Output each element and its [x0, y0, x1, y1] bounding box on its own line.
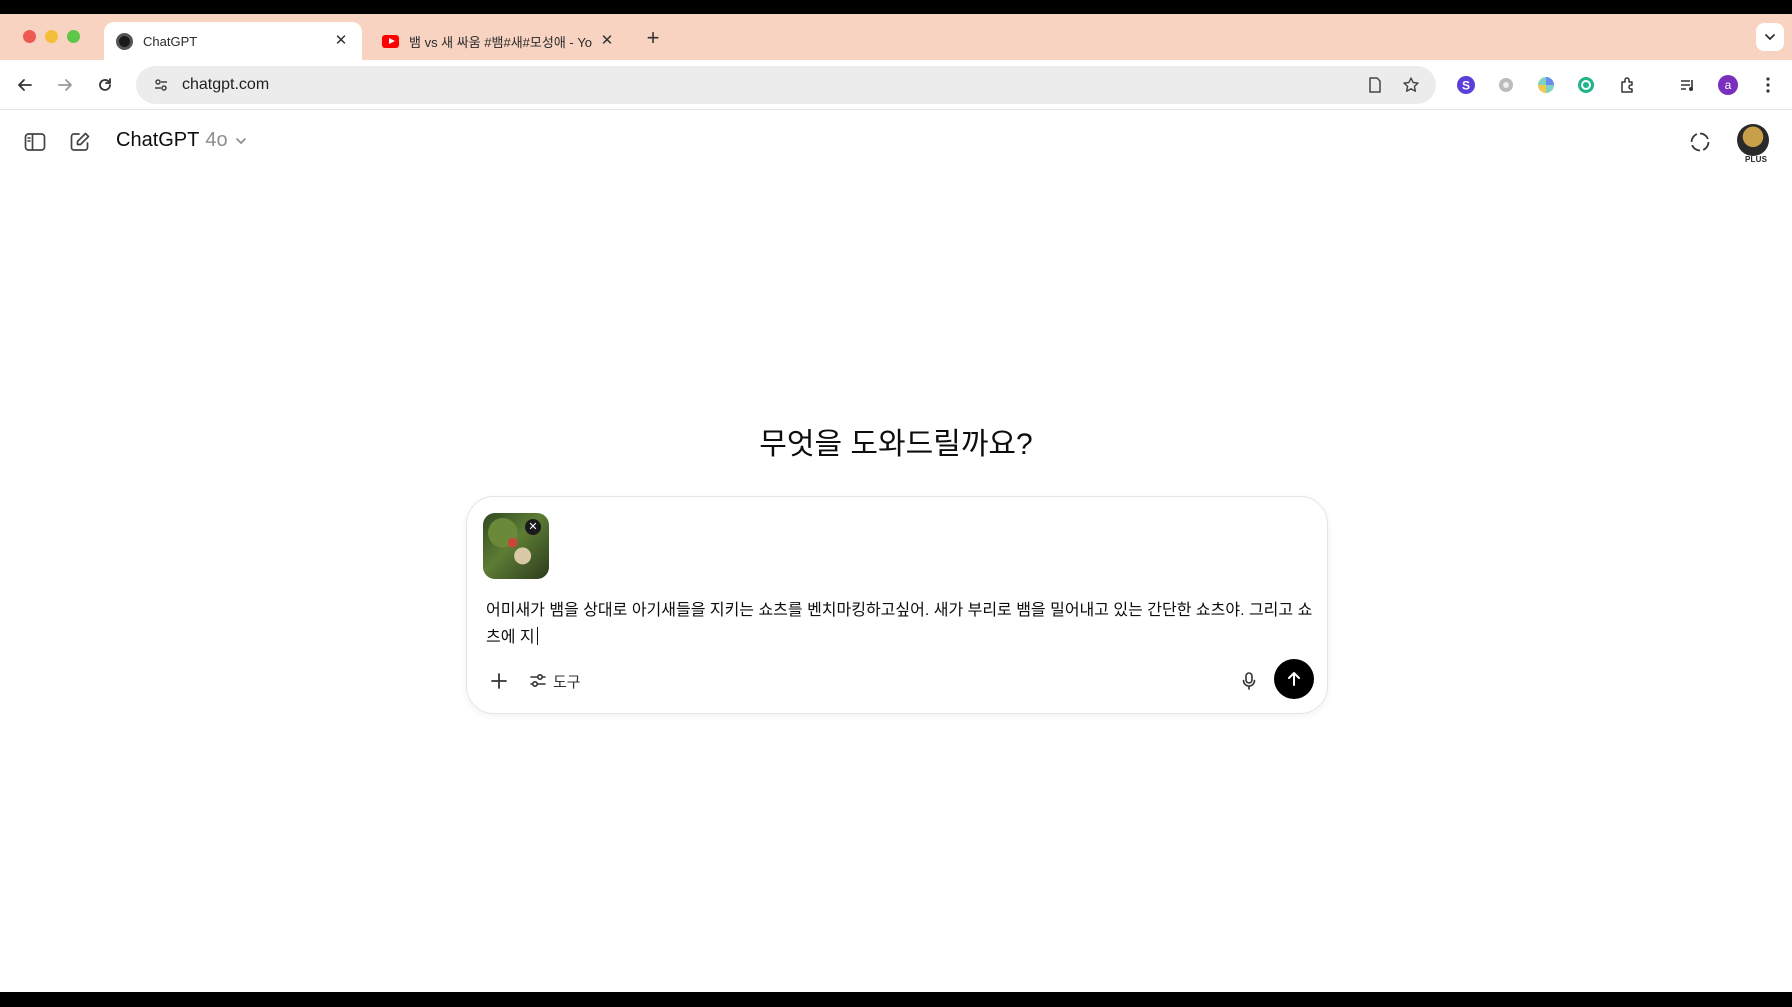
add-attachment-button[interactable] — [487, 669, 511, 693]
chatgpt-favicon-icon — [116, 32, 133, 50]
extensions-puzzle-icon[interactable] — [1617, 74, 1639, 96]
tools-label: 도구 — [553, 673, 581, 691]
browser-menu-icon[interactable] — [1757, 74, 1779, 96]
tab-search-button[interactable] — [1756, 23, 1784, 51]
page-info-icon[interactable] — [1364, 74, 1386, 96]
youtube-favicon-icon — [382, 33, 399, 50]
remove-attachment-button[interactable]: ✕ — [525, 519, 541, 535]
tab-close-button[interactable]: ✕ — [598, 32, 616, 50]
back-button[interactable] — [12, 72, 38, 98]
send-button[interactable] — [1274, 659, 1314, 699]
browser-toolbar: chatgpt.com S a — [0, 60, 1792, 110]
extension-colorful-icon[interactable] — [1535, 74, 1557, 96]
chevron-down-icon — [1765, 34, 1775, 41]
prompt-input[interactable]: 어미새가 뱀을 상대로 아기새들을 지키는 쇼츠를 벤치마킹하고싶어. 새가 부… — [486, 597, 1316, 651]
browser-window: ChatGPT ✕ 뱀 vs 새 싸움 #뱀#새#모성애 - Yo ✕ + ch — [0, 14, 1792, 992]
minimize-window-button[interactable] — [45, 30, 58, 43]
tab-close-button[interactable]: ✕ — [332, 32, 350, 50]
svg-text:a: a — [1725, 78, 1732, 92]
prompt-input-text: 어미새가 뱀을 상대로 아기새들을 지키는 쇼츠를 벤치마킹하고싶어. 새가 부… — [486, 602, 1313, 646]
tools-button[interactable]: 도구 — [529, 669, 581, 693]
new-chat-button[interactable] — [66, 128, 94, 156]
dashed-circle-icon — [1690, 132, 1710, 152]
chatgpt-app: ChatGPT 4o PLUS 무엇을 도와드릴까요? ✕ 어미새가 뱀을 상대… — [0, 111, 1792, 992]
arrow-up-icon — [1288, 672, 1300, 686]
model-selector[interactable]: ChatGPT 4o — [116, 129, 248, 152]
bookmark-star-icon[interactable] — [1400, 74, 1422, 96]
page-title: 무엇을 도와드릴까요? — [759, 428, 1033, 461]
address-bar[interactable]: chatgpt.com — [136, 66, 1436, 104]
reload-icon — [99, 78, 111, 91]
user-avatar[interactable] — [1737, 124, 1769, 156]
tab-youtube[interactable]: 뱀 vs 새 싸움 #뱀#새#모성애 - Yo ✕ — [370, 22, 628, 60]
extension-green-icon[interactable] — [1575, 74, 1597, 96]
tab-chatgpt[interactable]: ChatGPT ✕ — [104, 22, 362, 60]
profile-avatar-icon[interactable]: a — [1717, 74, 1739, 96]
compose-icon — [70, 132, 90, 151]
text-caret — [536, 627, 538, 645]
new-tab-button[interactable]: + — [642, 27, 664, 50]
temporary-chat-button[interactable] — [1686, 128, 1714, 156]
dictate-button[interactable] — [1237, 669, 1261, 693]
arrow-right-icon — [58, 79, 72, 91]
tab-title: ChatGPT — [143, 33, 198, 49]
svg-text:S: S — [1462, 79, 1470, 93]
prompt-composer[interactable]: ✕ 어미새가 뱀을 상대로 아기새들을 지키는 쇼츠를 벤치마킹하고싶어. 새가… — [466, 496, 1328, 714]
extension-gray-icon[interactable] — [1495, 74, 1517, 96]
chevron-down-icon — [234, 134, 248, 148]
sliders-icon — [530, 673, 546, 688]
tab-title: 뱀 vs 새 싸움 #뱀#새#모성애 - Yo — [409, 34, 593, 50]
sidebar-icon — [24, 133, 46, 151]
site-settings-icon[interactable] — [150, 74, 172, 96]
model-version: 4o — [205, 129, 228, 151]
media-controls-icon[interactable] — [1677, 74, 1699, 96]
url-text[interactable]: chatgpt.com — [182, 76, 1364, 94]
close-window-button[interactable] — [23, 30, 36, 43]
sidebar-toggle-button[interactable] — [21, 128, 49, 156]
forward-button[interactable] — [52, 72, 78, 98]
microphone-icon — [1242, 672, 1256, 690]
arrow-left-icon — [18, 79, 32, 91]
plan-badge: PLUS — [1745, 155, 1768, 164]
model-name: ChatGPT — [116, 129, 200, 151]
tab-strip: ChatGPT ✕ 뱀 vs 새 싸움 #뱀#새#모성애 - Yo ✕ + — [0, 14, 1792, 60]
reload-button[interactable] — [92, 72, 118, 98]
extension-s-icon[interactable]: S — [1455, 74, 1477, 96]
maximize-window-button[interactable] — [67, 30, 80, 43]
plus-icon — [491, 673, 507, 689]
